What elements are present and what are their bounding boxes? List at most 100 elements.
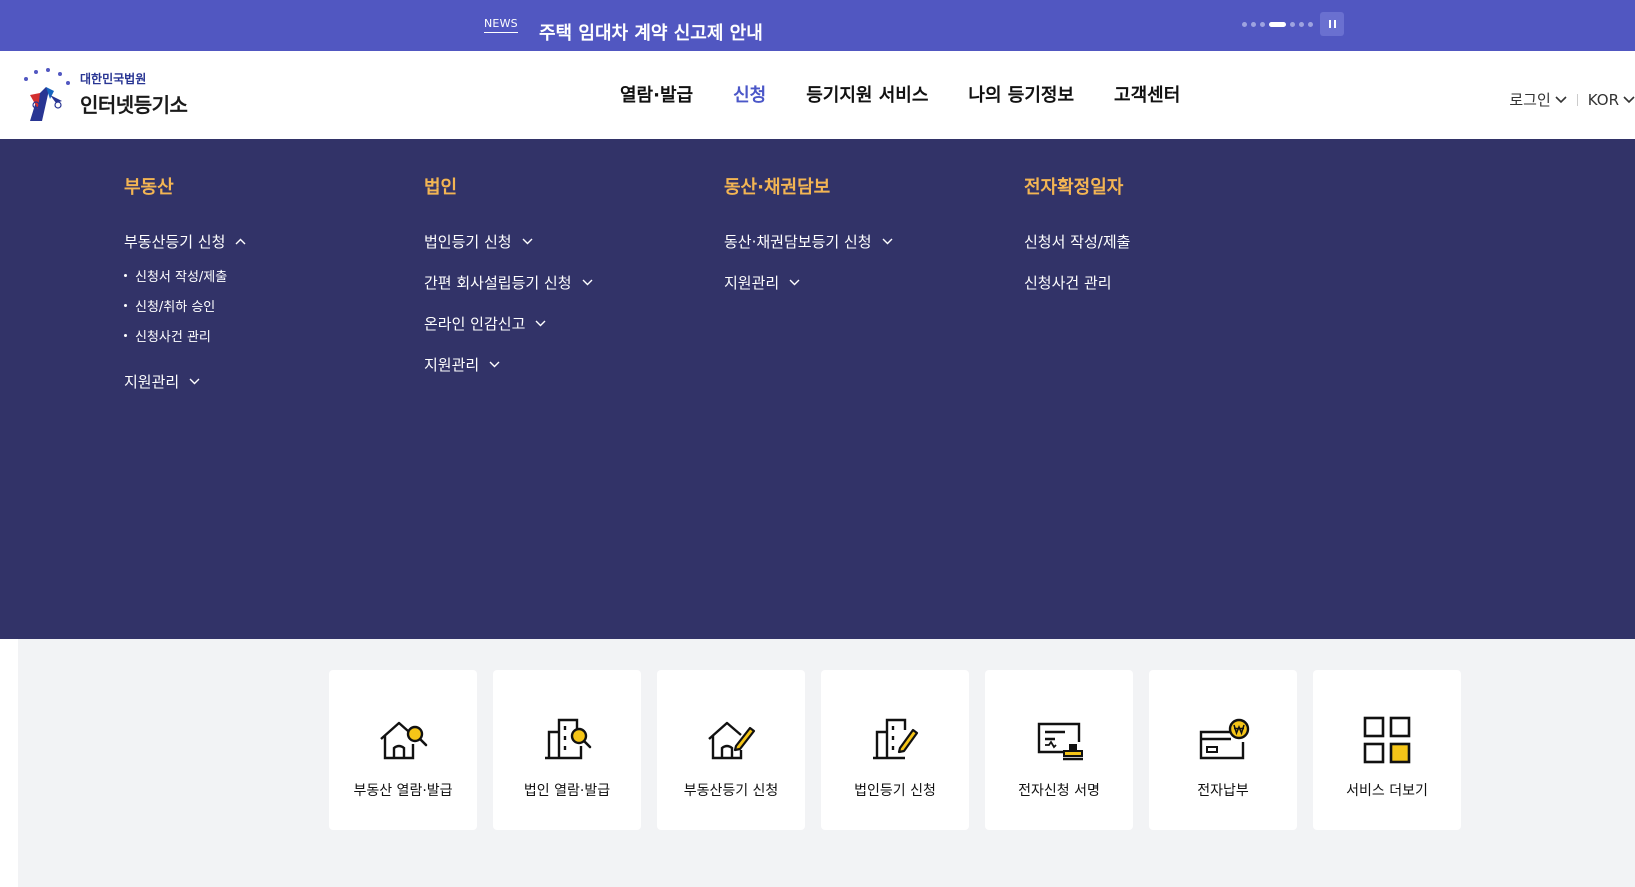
news-pagination: [1242, 21, 1313, 27]
bullet-icon: [124, 334, 127, 337]
main-nav: 열람·발급 신청 등기지원 서비스 나의 등기정보 고객센터: [620, 81, 1220, 107]
card-won-icon: [1199, 718, 1250, 760]
column-title: 법인: [424, 177, 458, 198]
menu-real-estate-registration[interactable]: 부동산등기 신청: [124, 231, 246, 252]
nav-customer-center[interactable]: 고객센터: [1114, 81, 1180, 107]
login-dropdown[interactable]: 로그인: [1509, 89, 1567, 110]
menu-label: 부동산등기 신청: [124, 233, 226, 251]
login-label: 로그인: [1509, 91, 1551, 109]
grid-icon: [1363, 716, 1411, 764]
quick-label: 전자신청 서명: [1018, 783, 1100, 799]
menu-label: 신청서 작성/제출: [1024, 233, 1131, 251]
news-headline[interactable]: 주택 임대차 계약 신고제 안내: [539, 19, 763, 45]
nav-application[interactable]: 신청: [733, 81, 766, 107]
chevron-down-icon: [522, 238, 533, 245]
divider: [1576, 93, 1578, 106]
quick-real-estate-registration[interactable]: 부동산등기 신청: [657, 670, 805, 830]
nav-view-issue[interactable]: 열람·발급: [620, 81, 693, 107]
news-bar: NEWS 주택 임대차 계약 신고제 안내: [0, 0, 1635, 51]
chevron-down-icon: [582, 279, 593, 286]
quick-label: 법인등기 신청: [854, 783, 936, 799]
nav-my-registry[interactable]: 나의 등기정보: [968, 81, 1074, 107]
logo-subtitle: 대한민국법원: [80, 72, 147, 86]
submenu-label: 신청서 작성/제출: [135, 270, 228, 285]
submenu-item[interactable]: 신청사건 관리: [124, 326, 246, 345]
pause-icon: [1333, 20, 1336, 28]
language-dropdown[interactable]: KOR: [1588, 91, 1635, 109]
quick-electronic-signature[interactable]: 전자신청 서명: [985, 670, 1133, 830]
quick-more-services[interactable]: 서비스 더보기: [1313, 670, 1461, 830]
submenu-item[interactable]: 신청서 작성/제출: [124, 266, 246, 285]
site-logo[interactable]: 대한민국법원 인터넷등기소: [16, 65, 188, 123]
submenu-list: 신청서 작성/제출 신청/취하 승인 신청사건 관리: [124, 266, 246, 345]
mega-menu: 부동산 부동산등기 신청 신청서 작성/제출 신청/취하 승인 신청사건 관리 …: [0, 139, 1635, 639]
menu-simple-company-setup[interactable]: 간편 회사설립등기 신청: [424, 272, 593, 293]
column-title: 동산·채권담보: [724, 177, 831, 198]
column-title: 전자확정일자: [1024, 177, 1124, 198]
chevron-down-icon: [489, 361, 500, 368]
chevron-down-icon: [535, 320, 546, 327]
language-label: KOR: [1587, 90, 1619, 109]
submenu-label: 신청/취하 승인: [135, 300, 216, 315]
menu-column-real-estate: 부동산 부동산등기 신청 신청서 작성/제출 신청/취하 승인 신청사건 관리 …: [124, 173, 246, 412]
menu-collateral-registration[interactable]: 동산·채권담보등기 신청: [724, 231, 893, 252]
news-dot[interactable]: [1242, 21, 1247, 27]
menu-label: 신청사건 관리: [1024, 274, 1112, 292]
menu-application-write-submit[interactable]: 신청서 작성/제출: [1024, 231, 1130, 252]
pause-icon: [1328, 20, 1331, 28]
utility-menu: 로그인 KOR: [1509, 89, 1635, 110]
menu-application-case-management[interactable]: 신청사건 관리: [1024, 272, 1130, 293]
menu-support-management[interactable]: 지원관리: [724, 272, 893, 293]
building-search-icon: [545, 718, 592, 760]
column-title: 부동산: [124, 177, 174, 198]
chevron-down-icon: [1555, 95, 1567, 103]
chevron-down-icon: [882, 238, 893, 245]
court-emblem-icon: [24, 68, 70, 121]
quick-label: 서비스 더보기: [1346, 783, 1428, 799]
chevron-up-icon: [235, 238, 246, 245]
menu-label: 지원관리: [724, 274, 780, 292]
certificate-stamp-icon: [1037, 722, 1083, 761]
quick-corporate-registration[interactable]: 법인등기 신청: [821, 670, 969, 830]
news-dot[interactable]: [1308, 21, 1313, 27]
quick-label: 부동산 열람·발급: [353, 783, 453, 799]
menu-label: 온라인 인감신고: [424, 315, 526, 333]
news-dot[interactable]: [1260, 21, 1265, 27]
bullet-icon: [124, 274, 127, 277]
news-dot[interactable]: [1299, 21, 1304, 27]
quick-menu: 부동산 열람·발급 법인 열람·발급 부동산등기 신청 법인등기 신청 전자신청…: [329, 670, 1461, 830]
quick-real-estate-view[interactable]: 부동산 열람·발급: [329, 670, 477, 830]
menu-column-corporation: 법인 법인등기 신청 간편 회사설립등기 신청 온라인 인감신고 지원관리: [424, 173, 593, 395]
site-header: 대한민국법원 인터넷등기소 열람·발급 신청 등기지원 서비스 나의 등기정보 …: [0, 51, 1635, 139]
bullet-icon: [124, 304, 127, 307]
house-pen-icon: [708, 721, 756, 760]
quick-label: 전자납부: [1197, 783, 1249, 799]
quick-electronic-payment[interactable]: 전자납부: [1149, 670, 1297, 830]
quick-corporate-view[interactable]: 법인 열람·발급: [493, 670, 641, 830]
news-dot[interactable]: [1290, 21, 1295, 27]
logo-title: 인터넷등기소: [80, 93, 188, 117]
menu-label: 지원관리: [424, 356, 480, 374]
building-pen-icon: [873, 718, 919, 760]
menu-support-management[interactable]: 지원관리: [424, 354, 593, 375]
submenu-item[interactable]: 신청/취하 승인: [124, 296, 246, 315]
menu-support-management[interactable]: 지원관리: [124, 371, 246, 392]
menu-online-seal-report[interactable]: 온라인 인감신고: [424, 313, 593, 334]
menu-corporate-registration[interactable]: 법인등기 신청: [424, 231, 593, 252]
news-dot-active[interactable]: [1269, 21, 1286, 27]
menu-label: 법인등기 신청: [424, 233, 512, 251]
nav-support-service[interactable]: 등기지원 서비스: [806, 81, 928, 107]
menu-label: 동산·채권담보등기 신청: [724, 233, 872, 251]
menu-label: 간편 회사설립등기 신청: [424, 274, 572, 292]
chevron-down-icon: [789, 279, 800, 286]
pause-button[interactable]: [1320, 12, 1344, 36]
house-search-icon: [380, 721, 428, 760]
quick-label: 부동산등기 신청: [683, 783, 779, 799]
chevron-down-icon: [1623, 95, 1635, 103]
submenu-label: 신청사건 관리: [135, 330, 211, 345]
menu-column-electronic-fixed-date: 전자확정일자 신청서 작성/제출 신청사건 관리: [1024, 173, 1130, 313]
menu-column-movable-collateral: 동산·채권담보 동산·채권담보등기 신청 지원관리: [724, 173, 893, 313]
news-tag: NEWS: [484, 17, 518, 33]
news-dot[interactable]: [1251, 21, 1256, 27]
chevron-down-icon: [189, 378, 200, 385]
